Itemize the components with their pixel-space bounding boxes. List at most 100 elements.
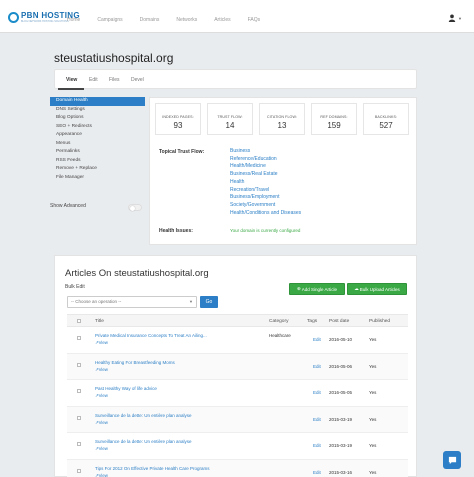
topic-link[interactable]: Health/Conditions and Diseases [230, 210, 301, 218]
post-date: 2016-05-10 [329, 337, 353, 342]
edit-link[interactable]: Edit [313, 364, 321, 369]
logo-mark-icon [8, 12, 19, 23]
published-status: Yes [369, 416, 377, 422]
column-title[interactable]: Title [95, 319, 104, 324]
row-checkbox[interactable] [77, 362, 81, 367]
article-title-link[interactable]: Tips For 2012 On Effective Private Healt… [95, 466, 210, 471]
sidebar-item-remove-replace[interactable]: Remove + Replace [50, 165, 145, 174]
bulk-upload-articles-button[interactable]: ☁ Bulk Upload Articles [347, 283, 407, 295]
post-date: 2016-05-05 [329, 390, 353, 395]
nav-campaigns[interactable]: Campaigns [97, 17, 122, 23]
row-checkbox[interactable] [77, 389, 81, 393]
row-checkbox[interactable] [77, 415, 81, 420]
topic-link[interactable]: Health/Medicine [230, 163, 301, 171]
edit-link[interactable]: Edit [313, 417, 321, 422]
column-tags[interactable]: Tags [307, 319, 317, 324]
table-header: Title Category Tags Post date Published [67, 314, 408, 327]
tab-files[interactable]: Files [109, 77, 120, 83]
sidebar-item-rss-feeds[interactable]: RSS Feeds [50, 157, 145, 166]
view-link[interactable]: ↗View [95, 393, 108, 399]
sidebar-item-appearance[interactable]: Appearance [50, 131, 145, 140]
edit-link[interactable]: Edit [313, 337, 321, 342]
health-issues-label: Health Issues: [159, 228, 193, 234]
sidebar-item-permalinks[interactable]: Permalinks [50, 148, 145, 157]
tab-view[interactable]: View [66, 77, 77, 83]
table-row: Tips For 2012 On Effective Private Healt… [67, 459, 408, 477]
user-menu[interactable]: ▼ [448, 14, 462, 22]
view-link[interactable]: ↗View [95, 340, 108, 346]
topic-link[interactable]: Business/Real Estate [230, 171, 301, 179]
topic-link[interactable]: Reference/Education [230, 156, 301, 164]
article-title-link[interactable]: Healthy Eating For Breastfeeding Moms [95, 360, 175, 365]
topic-link[interactable]: Society/Government [230, 202, 301, 210]
topic-link[interactable]: Health [230, 179, 301, 187]
plus-icon: ⊕ [296, 286, 301, 291]
row-checkbox[interactable] [77, 468, 81, 473]
select-all-checkbox[interactable] [77, 319, 81, 323]
tab-bar: View Edit Files Devel [54, 69, 417, 89]
view-link[interactable]: ↗View [95, 446, 108, 452]
column-category[interactable]: Category [269, 319, 288, 324]
articles-table: Title Category Tags Post date Published … [67, 314, 408, 477]
article-title-link[interactable]: Private Medical Insurance Concepts To Tr… [95, 333, 207, 338]
add-single-article-button[interactable]: ⊕ Add Single Article [289, 283, 345, 295]
bulk-operation-select[interactable]: -- Choose an operation -- ▼ [67, 296, 197, 308]
article-title-link[interactable]: Surveillance de la dette: Un entière pla… [95, 439, 192, 444]
sidebar-item-seo-redirects[interactable]: SEO + Redirects [50, 123, 145, 132]
edit-link[interactable]: Edit [313, 470, 321, 475]
row-checkbox[interactable] [77, 442, 81, 446]
main-nav: Home Campaigns Domains Networks Articles… [67, 17, 277, 23]
published-status: Yes [369, 390, 377, 395]
topic-link[interactable]: Business [230, 148, 301, 156]
topic-link[interactable]: Business/Employment [230, 194, 301, 202]
nav-articles[interactable]: Articles [214, 17, 230, 23]
nav-domains[interactable]: Domains [140, 17, 160, 23]
post-date: 2015-03-19 [329, 443, 353, 448]
stat-indexed-pages: INDEXED PAGES: 93 [155, 103, 201, 135]
user-icon [448, 14, 456, 22]
sidebar-item-domain-health[interactable]: Domain Health [50, 97, 145, 106]
bulk-edit-label: Bulk Edit [65, 284, 85, 290]
view-link[interactable]: ↗View [95, 367, 108, 373]
article-title-link[interactable]: Past Healthy Way of life advice [95, 386, 157, 391]
go-button[interactable]: Go [200, 296, 218, 308]
view-link[interactable]: ↗View [95, 473, 108, 477]
chat-button[interactable] [443, 451, 461, 469]
nav-home[interactable]: Home [67, 17, 80, 23]
sidebar-item-blog-options[interactable]: Blog Options [50, 114, 145, 123]
topic-link[interactable]: Recreation/Travel [230, 187, 301, 195]
table-row: Past Healthy Way of life advice ↗View Edit… [67, 380, 408, 407]
stat-citation-flow: CITATION FLOW: 13 [259, 103, 305, 135]
domain-health-panel: INDEXED PAGES: 93 TRUST FLOW: 14 CITATIO… [149, 97, 417, 245]
edit-link[interactable]: Edit [313, 443, 321, 448]
edit-link[interactable]: Edit [313, 390, 321, 395]
page-title: steustatiushospital.org [54, 51, 174, 65]
stat-backlinks: BACKLINKS: 527 [363, 103, 409, 135]
stat-ref-domains: REF DOMAINS: 159 [311, 103, 357, 135]
article-title-link[interactable]: Surveillance de la dette: Un entière pla… [95, 413, 192, 418]
column-published[interactable]: Published [369, 319, 390, 324]
column-post-date[interactable]: Post date [329, 319, 349, 324]
top-navbar: PBN HOSTING BLOG NETWORK HOSTING SOLUTIO… [0, 0, 474, 33]
upload-icon: ☁ [354, 286, 359, 291]
published-status: Yes [369, 363, 377, 369]
view-link[interactable]: ↗View [95, 420, 108, 426]
sidebar-item-menus[interactable]: Menus [50, 140, 145, 149]
table-row: Surveillance de la dette: Un entière pla… [67, 406, 408, 433]
nav-networks[interactable]: Networks [176, 17, 197, 23]
stat-trust-flow: TRUST FLOW: 14 [207, 103, 253, 135]
nav-faqs[interactable]: FAQs [248, 17, 261, 23]
active-tab-indicator [58, 88, 84, 90]
tab-devel[interactable]: Devel [131, 77, 144, 83]
sidebar-item-dns-settings[interactable]: DNS Settings [50, 106, 145, 115]
chat-icon [448, 456, 456, 464]
table-row: Surveillance de la dette: Un entière pla… [67, 433, 408, 460]
chevron-down-icon: ▼ [189, 299, 193, 304]
topical-trust-flow-label: Topical Trust Flow: [159, 149, 205, 155]
articles-panel: Articles On steustatiushospital.org Bulk… [54, 255, 417, 477]
post-date: 2016-05-06 [329, 363, 353, 369]
show-advanced-toggle[interactable] [128, 204, 142, 211]
sidebar-item-file-manager[interactable]: File Manager [50, 174, 145, 183]
tab-edit[interactable]: Edit [89, 77, 98, 83]
row-checkbox[interactable] [77, 336, 81, 340]
